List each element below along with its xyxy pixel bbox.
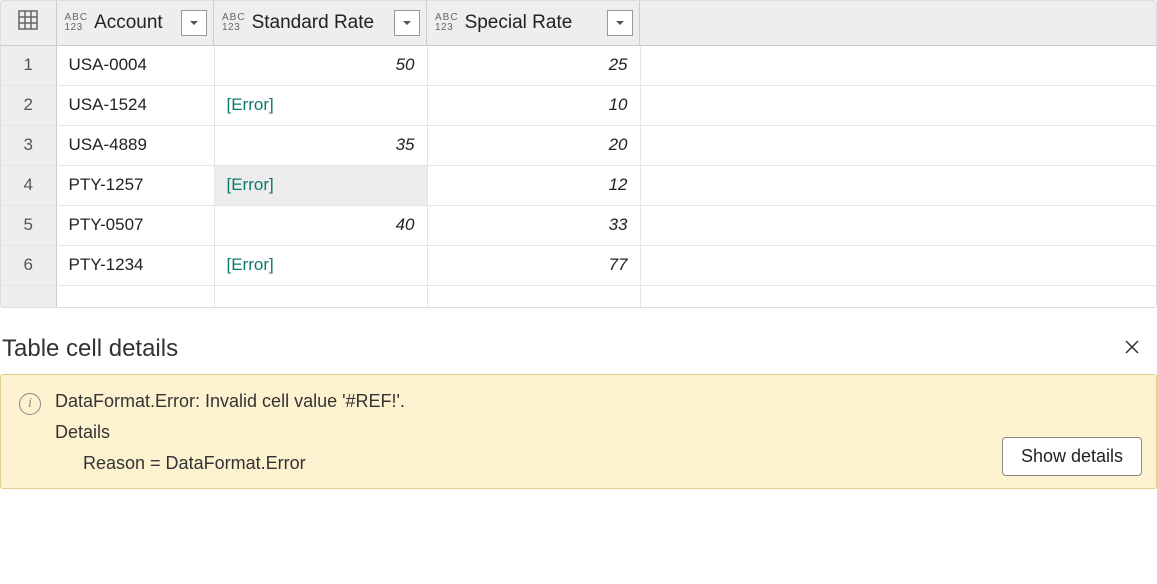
- error-message-box: i DataFormat.Error: Invalid cell value '…: [0, 374, 1157, 489]
- column-header-account[interactable]: ABC 123 Account: [56, 1, 214, 45]
- filter-dropdown[interactable]: [607, 10, 633, 36]
- error-text: DataFormat.Error: Invalid cell value '#R…: [55, 391, 1138, 412]
- table-row[interactable]: 6PTY-1234[Error]77: [1, 245, 1156, 285]
- details-label: Details: [55, 422, 1138, 443]
- cell-account[interactable]: PTY-0507: [56, 205, 214, 245]
- row-number[interactable]: 5: [1, 205, 56, 245]
- column-title: Special Rate: [465, 12, 603, 34]
- column-header-special-rate[interactable]: ABC 123 Special Rate: [427, 1, 640, 45]
- column-header-standard-rate[interactable]: ABC 123 Standard Rate: [214, 1, 427, 45]
- datatype-icon: ABC 123: [65, 13, 89, 33]
- datatype-icon: ABC 123: [222, 13, 246, 33]
- cell-empty: [640, 85, 1156, 125]
- cell-standard-rate[interactable]: 50: [214, 45, 427, 85]
- filter-dropdown[interactable]: [394, 10, 420, 36]
- table-icon: [16, 17, 40, 36]
- cell-empty: [640, 45, 1156, 85]
- cell-special-rate[interactable]: 10: [427, 85, 640, 125]
- cell-account[interactable]: USA-4889: [56, 125, 214, 165]
- close-button[interactable]: [1117, 332, 1147, 366]
- table-row[interactable]: 4PTY-1257[Error]12: [1, 165, 1156, 205]
- cell-empty: [640, 245, 1156, 285]
- filler-row: [1, 285, 1156, 307]
- column-title: Account: [94, 12, 177, 34]
- row-number[interactable]: 1: [1, 45, 56, 85]
- cell-empty: [640, 165, 1156, 205]
- column-title: Standard Rate: [252, 12, 390, 34]
- row-number[interactable]: 6: [1, 245, 56, 285]
- cell-standard-rate[interactable]: 35: [214, 125, 427, 165]
- table-row[interactable]: 5PTY-05074033: [1, 205, 1156, 245]
- datatype-icon: ABC 123: [435, 13, 459, 33]
- cell-special-rate[interactable]: 12: [427, 165, 640, 205]
- cell-special-rate[interactable]: 20: [427, 125, 640, 165]
- data-table: ABC 123 Account ABC 123 Standard Rate: [0, 0, 1157, 308]
- table-row[interactable]: 1USA-00045025: [1, 45, 1156, 85]
- cell-special-rate[interactable]: 77: [427, 245, 640, 285]
- panel-title: Table cell details: [2, 335, 178, 363]
- cell-account[interactable]: USA-0004: [56, 45, 214, 85]
- row-number[interactable]: 2: [1, 85, 56, 125]
- cell-details-panel: Table cell details i DataFormat.Error: I…: [0, 328, 1157, 499]
- reason-text: Reason = DataFormat.Error: [55, 453, 1138, 474]
- cell-special-rate[interactable]: 33: [427, 205, 640, 245]
- cell-error[interactable]: [Error]: [214, 245, 427, 285]
- filter-dropdown[interactable]: [181, 10, 207, 36]
- cell-error[interactable]: [Error]: [214, 85, 427, 125]
- show-details-button[interactable]: Show details: [1002, 437, 1142, 476]
- select-all-corner[interactable]: [1, 1, 56, 45]
- cell-empty: [640, 205, 1156, 245]
- row-number[interactable]: 3: [1, 125, 56, 165]
- column-header-empty: [640, 1, 1156, 45]
- cell-account[interactable]: PTY-1257: [56, 165, 214, 205]
- cell-account[interactable]: PTY-1234: [56, 245, 214, 285]
- cell-error[interactable]: [Error]: [214, 165, 427, 205]
- row-number[interactable]: 4: [1, 165, 56, 205]
- cell-standard-rate[interactable]: 40: [214, 205, 427, 245]
- cell-special-rate[interactable]: 25: [427, 45, 640, 85]
- table-row[interactable]: 3USA-48893520: [1, 125, 1156, 165]
- info-icon: i: [19, 393, 41, 415]
- table-row[interactable]: 2USA-1524[Error]10: [1, 85, 1156, 125]
- cell-account[interactable]: USA-1524: [56, 85, 214, 125]
- cell-empty: [640, 125, 1156, 165]
